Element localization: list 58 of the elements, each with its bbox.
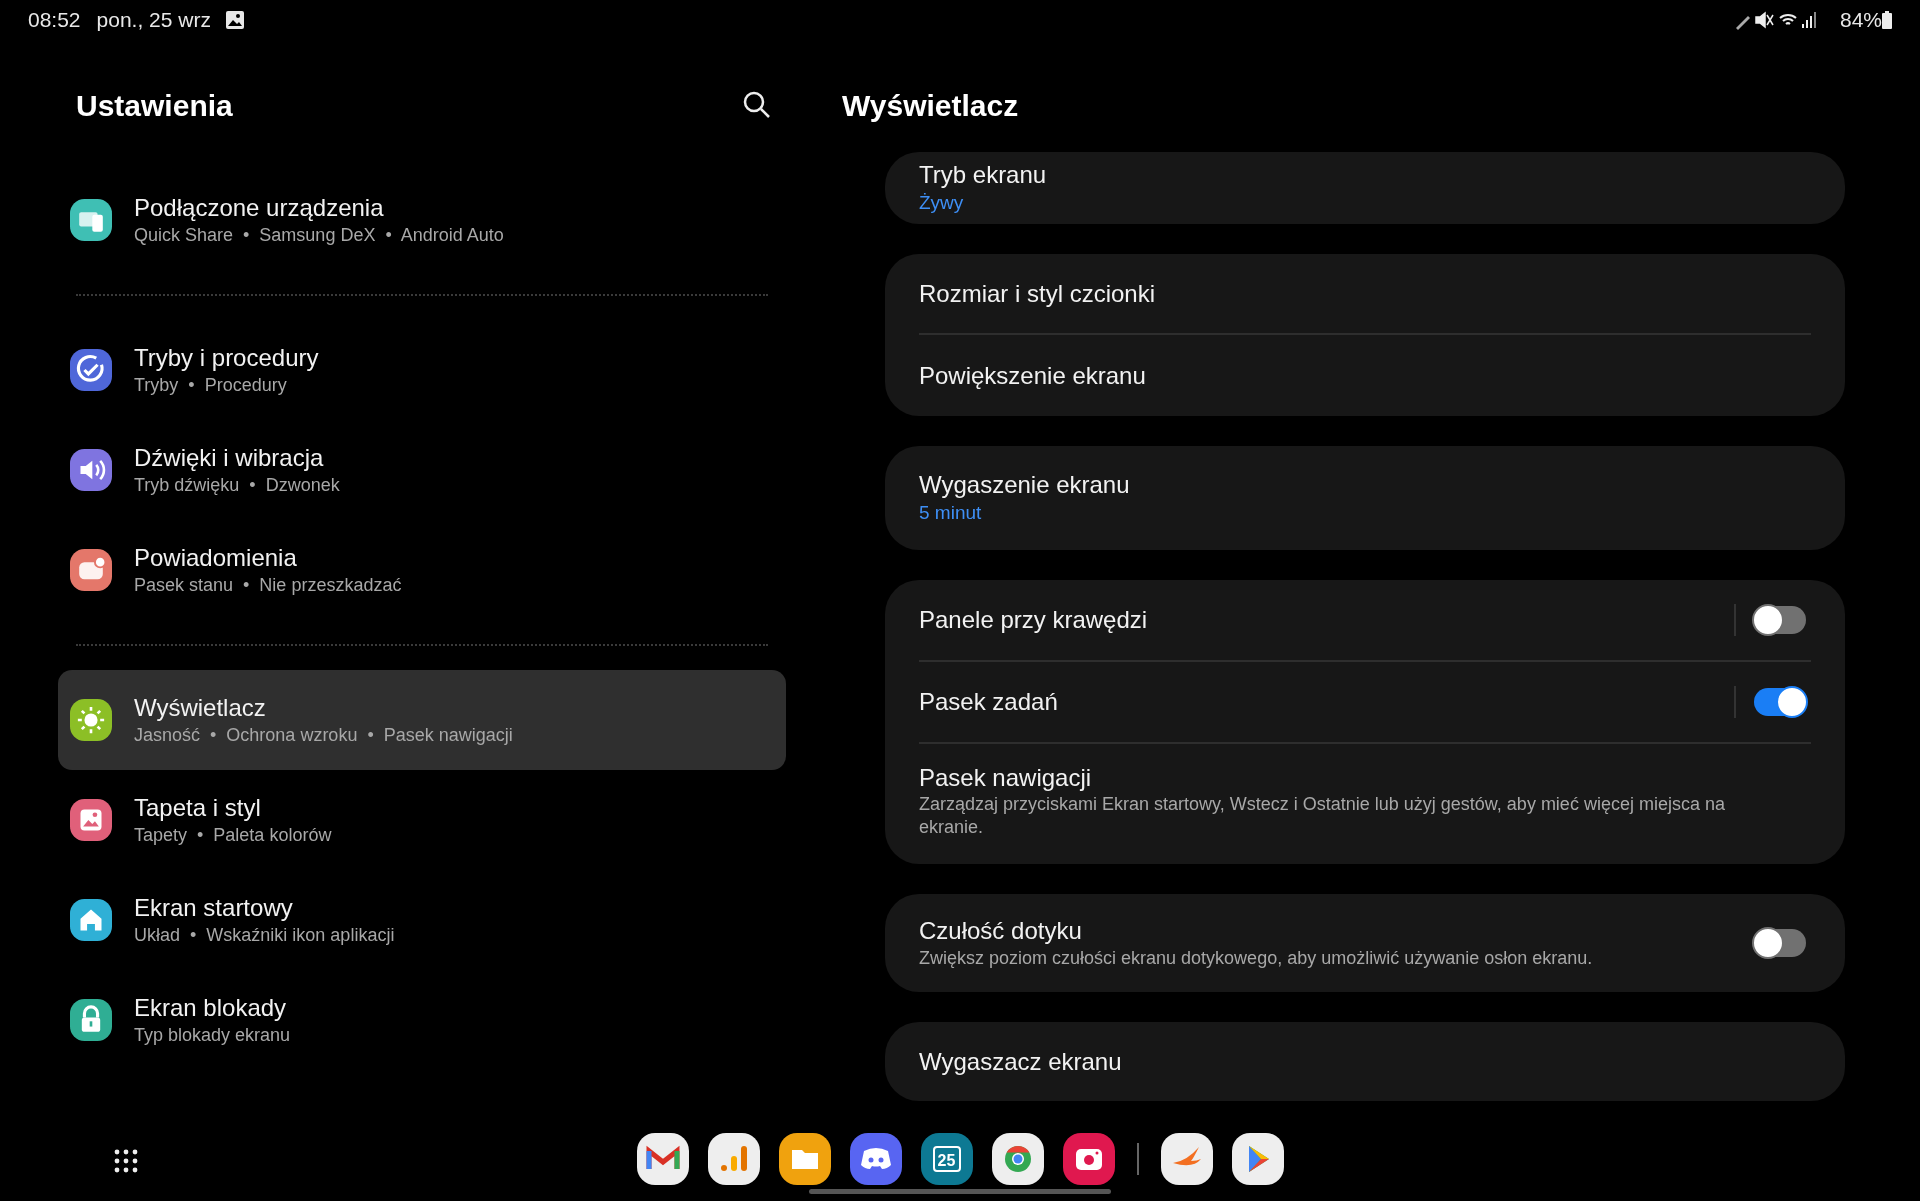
settings-item[interactable]: Dźwięki i wibracja Tryb dźwięku • Dzwonek <box>58 420 786 520</box>
calendar-app-icon[interactable]: 25 <box>920 1133 973 1185</box>
item-subtitle: Quick Share • Samsung DeX • Android Auto <box>134 224 504 247</box>
search-icon[interactable] <box>742 90 772 120</box>
item-title: Ekran startowy <box>134 893 294 923</box>
setting-label: Tryb ekranu <box>919 160 1047 190</box>
toggle-switch[interactable] <box>1754 606 1806 634</box>
item-subtitle: Tapety • Paleta kolorów <box>134 824 332 847</box>
panel-title: Wyświetlacz <box>842 87 1019 124</box>
item-subtitle: Tryb dźwięku • Dzwonek <box>134 474 340 497</box>
item-subtitle: Jasność • Ochrona wzroku • Pasek nawigacji <box>134 724 513 747</box>
setting-label: Pasek nawigacji <box>919 763 1093 793</box>
setting-label: Wygaszacz ekranu <box>919 1046 1122 1077</box>
setting-value: 5 minut <box>919 501 983 525</box>
setting-description: Zwiększ poziom czułości ekranu dotykowego, aby umożliwić używanie osłon ekranu. <box>919 947 1594 970</box>
status-date: pon., 25 wrz <box>96 7 211 34</box>
status-time: 08:52 <box>28 7 81 34</box>
controller-app-icon[interactable] <box>849 1133 902 1185</box>
setting-label: Pasek zadań <box>919 688 1058 715</box>
battery-icon <box>1882 11 1892 29</box>
play-triangle-app-icon[interactable] <box>1231 1133 1284 1185</box>
settings-item[interactable]: Tapeta i styl Tapety • Paleta kolorów <box>58 770 786 870</box>
item-subtitle: Tryby • Procedury <box>134 374 288 397</box>
battery-percentage: 84% <box>1839 7 1882 34</box>
toggle-switch[interactable] <box>1754 688 1806 716</box>
image-icon <box>224 10 245 30</box>
settings-item[interactable]: Ekran blokady Typ blokady ekranu <box>58 970 786 1070</box>
setting-label: Panele przy krawędzi <box>919 606 1148 633</box>
settings-item[interactable]: Tryby i procedury Tryby • Procedury <box>58 320 786 420</box>
item-subtitle: Typ blokady ekranu <box>134 1024 291 1047</box>
item-title: Tryby i procedury <box>134 343 319 373</box>
settings-item[interactable]: Powiadomienia Pasek stanu • Nie przeszkadzać <box>58 520 786 620</box>
item-subtitle: Pasek stanu • Nie przeszkadzać <box>134 574 402 597</box>
settings-item[interactable]: Podłączone urządzenia Quick Share • Samsung DeX • Android Auto <box>58 170 786 270</box>
item-title: Wyświetlacz <box>134 693 267 723</box>
item-title: Ekran blokady <box>134 993 288 1023</box>
folder-app-icon[interactable] <box>778 1133 831 1185</box>
setting-description: Zarządzaj przyciskami Ekran startowy, Wstecz i Ostatnie lub użyj gestów, aby mieć więcej miejsca na ekranie. <box>919 793 1726 839</box>
item-subtitle: Układ • Wskaźniki ikon aplikacji <box>134 924 395 947</box>
bar-chart-app-icon[interactable] <box>707 1133 760 1185</box>
item-title: Podłączone urządzenia <box>134 193 385 223</box>
setting-label: Wygaszenie ekranu <box>919 470 1130 500</box>
panel-title: Ustawienia <box>76 87 233 124</box>
browser-app-icon[interactable] <box>991 1133 1044 1185</box>
setting-label: Rozmiar i styl czcionki <box>919 278 1156 309</box>
item-title: Dźwięki i wibracja <box>134 443 325 473</box>
setting-label: Powiększenie ekranu <box>919 360 1146 391</box>
setting-label: Czułość dotyku <box>919 916 1083 946</box>
item-title: Powiadomienia <box>134 543 298 573</box>
camera-app-icon[interactable] <box>1062 1133 1115 1185</box>
mail-app-icon[interactable] <box>636 1133 689 1185</box>
bird-app-icon[interactable] <box>1160 1133 1213 1185</box>
item-title: Tapeta i styl <box>134 793 262 823</box>
settings-item[interactable]: Wyświetlacz Jasność • Ochrona wzroku • Pasek nawigacji <box>58 670 786 770</box>
apps-grid-icon[interactable] <box>114 1149 138 1173</box>
setting-value: Żywy <box>919 191 965 215</box>
settings-item[interactable]: Ekran startowy Układ • Wskaźniki ikon aplikacji <box>58 870 786 970</box>
toggle-switch[interactable] <box>1754 929 1806 957</box>
